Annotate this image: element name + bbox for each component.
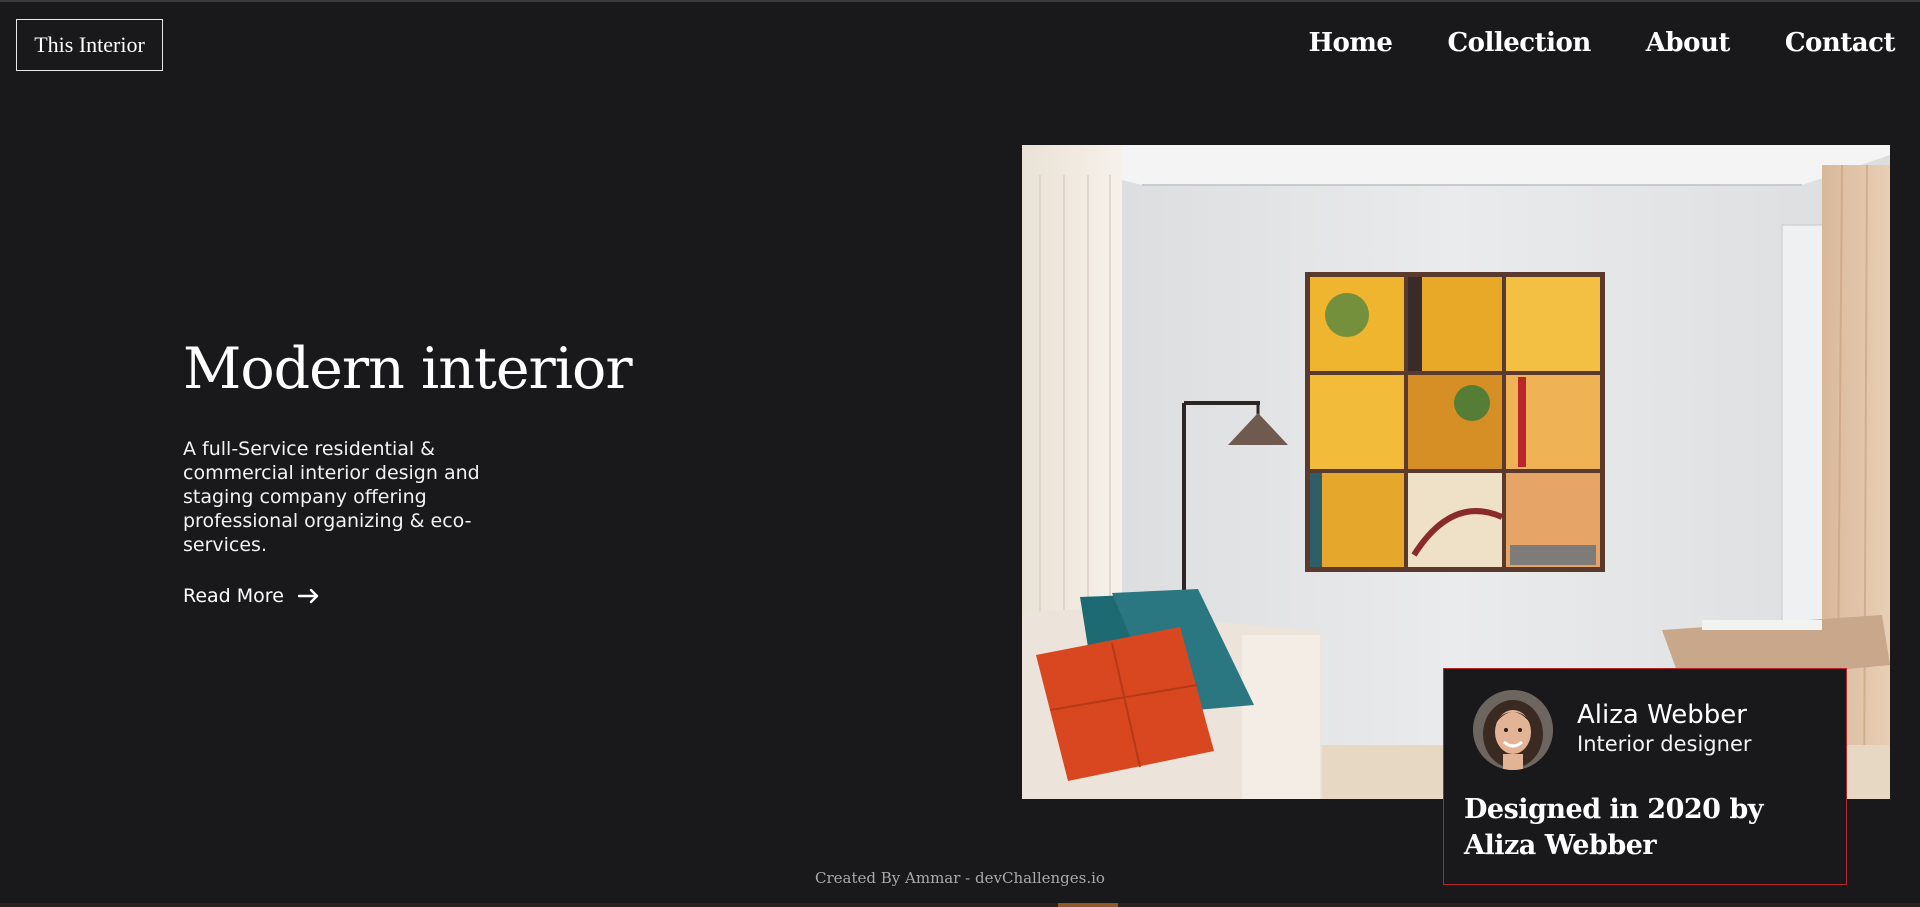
read-more-link[interactable]: Read More xyxy=(183,585,320,607)
designer-avatar xyxy=(1473,690,1553,770)
hero-description: A full-Service residential & commercial … xyxy=(183,438,480,556)
nav-home[interactable]: Home xyxy=(1308,28,1392,58)
designer-card: Aliza Webber Interior designer Designed … xyxy=(1443,668,1847,885)
footer-credit: Created By Ammar - devChallenges.io xyxy=(815,869,1105,887)
hero-title: Modern interior xyxy=(183,336,633,402)
read-more-label: Read More xyxy=(183,585,284,607)
nav-contact[interactable]: Contact xyxy=(1785,28,1896,58)
nav-collection[interactable]: Collection xyxy=(1447,28,1591,58)
arrow-right-icon xyxy=(297,588,320,604)
top-border xyxy=(0,0,1920,2)
designer-role: Interior designer xyxy=(1577,732,1752,756)
designer-name: Aliza Webber xyxy=(1577,700,1747,730)
main-nav: Home Collection About Contact xyxy=(1308,28,1895,58)
site-logo[interactable]: This Interior xyxy=(16,19,163,71)
bottom-strip xyxy=(0,903,1920,907)
design-caption: Designed in 2020 by Aliza Webber xyxy=(1464,794,1763,861)
bottom-accent xyxy=(1058,903,1118,907)
nav-about[interactable]: About xyxy=(1646,28,1731,58)
